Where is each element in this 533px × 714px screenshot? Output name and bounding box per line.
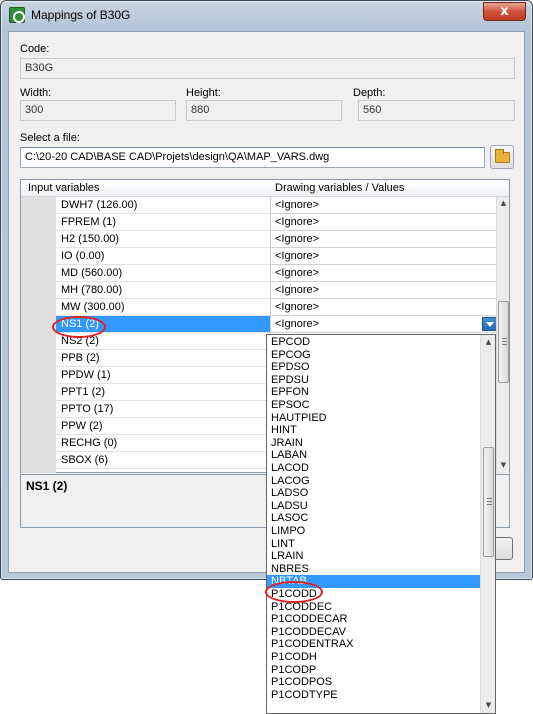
input-variable-cell[interactable]: MW (300.00)	[56, 299, 270, 316]
dropdown-option[interactable]: LACOG	[267, 475, 481, 488]
table-row[interactable]: FPREM (1) <Ignore>	[56, 214, 498, 231]
dropdown-option[interactable]: NBRES	[267, 563, 481, 576]
column-header-input[interactable]: Input variables	[28, 182, 100, 194]
scroll-down-arrow-icon[interactable]: ▼	[497, 459, 510, 472]
input-variable-cell[interactable]: MH (780.00)	[56, 282, 270, 299]
table-row[interactable]: MD (560.00) <Ignore>	[56, 265, 498, 282]
title-bar[interactable]: Mappings of B30G x	[1, 1, 532, 29]
table-row[interactable]: DWH7 (126.00) <Ignore>	[56, 197, 498, 214]
drawing-variable-cell[interactable]: <Ignore>	[270, 316, 498, 333]
input-variable-cell[interactable]: PPDW (1)	[56, 367, 270, 384]
dropdown-scrollbar[interactable]: ▲ ▼	[480, 335, 495, 713]
input-variable-cell[interactable]: NS2 (2)	[56, 333, 270, 350]
dropdown-option[interactable]: NBTAB	[267, 575, 481, 588]
table-row[interactable]: IO (0.00) <Ignore>	[56, 248, 498, 265]
input-variable-cell[interactable]: SBOX (6)	[56, 452, 270, 469]
input-variable-cell[interactable]: H2 (150.00)	[56, 231, 270, 248]
depth-label: Depth:	[353, 87, 386, 99]
drawing-variable-cell[interactable]: <Ignore>	[270, 265, 498, 282]
dropdown-option[interactable]: LIMPO	[267, 525, 481, 538]
input-variable-cell[interactable]: PPTO (17)	[56, 401, 270, 418]
dropdown-option[interactable]: P1CODDECAV	[267, 626, 481, 639]
dropdown-arrow-icon[interactable]	[482, 317, 497, 331]
input-variable-cell[interactable]: RECHG (0)	[56, 435, 270, 452]
dropdown-option[interactable]: LRAIN	[267, 550, 481, 563]
drawing-variable-cell[interactable]: <Ignore>	[270, 197, 498, 214]
dropdown-option[interactable]: P1CODDECAR	[267, 613, 481, 626]
close-button[interactable]: x	[483, 2, 526, 21]
app-icon	[9, 7, 25, 23]
input-variable-cell[interactable]: PPW (2)	[56, 418, 270, 435]
dropdown-scroll-thumb[interactable]	[483, 447, 494, 557]
window-title: Mappings of B30G	[31, 8, 131, 22]
dropdown-option[interactable]: EPDSO	[267, 361, 481, 374]
width-label: Width:	[20, 87, 52, 99]
dropdown-option[interactable]: P1CODENTRAX	[267, 638, 481, 651]
dropdown-option[interactable]: P1CODTYPE	[267, 689, 481, 702]
drawing-variable-cell[interactable]: <Ignore>	[270, 282, 498, 299]
table-row[interactable]: MW (300.00) <Ignore>	[56, 299, 498, 316]
dropdown-option[interactable]: HAUTPIED	[267, 412, 481, 425]
code-label: Code:	[20, 43, 50, 55]
drawing-variable-cell[interactable]: <Ignore>	[270, 299, 498, 316]
input-variable-cell[interactable]: IO (0.00)	[56, 248, 270, 265]
input-variable-cell[interactable]: DWH7 (126.00)	[56, 197, 270, 214]
dropdown-option[interactable]: HINT	[267, 424, 481, 437]
table-row[interactable]: MH (780.00) <Ignore>	[56, 282, 498, 299]
grid-scrollbar[interactable]: ▲ ▼	[496, 197, 509, 473]
dropdown-option[interactable]: P1CODPOS	[267, 676, 481, 689]
height-field: 880	[186, 100, 342, 121]
row-header-column	[21, 197, 56, 473]
width-field: 300	[20, 100, 176, 121]
dropdown-option[interactable]: EPCOD	[267, 336, 481, 349]
dropdown-option[interactable]: LADSU	[267, 500, 481, 513]
dropdown-option[interactable]: LASOC	[267, 512, 481, 525]
grid-header: Input variables Drawing variables / Valu…	[21, 180, 509, 197]
dropdown-option[interactable]: LADSO	[267, 487, 481, 500]
input-variable-cell[interactable]: PPB (2)	[56, 350, 270, 367]
input-variable-cell[interactable]: MD (560.00)	[56, 265, 270, 282]
column-header-drawing[interactable]: Drawing variables / Values	[275, 182, 404, 194]
dropdown-option[interactable]: EPSOC	[267, 399, 481, 412]
drawing-variable-cell[interactable]: <Ignore>	[270, 248, 498, 265]
dropdown-option[interactable]: LACOD	[267, 462, 481, 475]
dropdown-option[interactable]: P1CODDEC	[267, 601, 481, 614]
dropdown-option[interactable]: P1CODP	[267, 664, 481, 677]
dropdown-option[interactable]: P1CODH	[267, 651, 481, 664]
dropdown-scroll-down-icon[interactable]: ▼	[482, 699, 495, 712]
dropdown-option[interactable]: P1CODD	[267, 588, 481, 601]
input-variable-cell[interactable]: FPREM (1)	[56, 214, 270, 231]
input-variable-cell[interactable]: PPT1 (2)	[56, 384, 270, 401]
drawing-variable-cell[interactable]: <Ignore>	[270, 231, 498, 248]
file-label: Select a file:	[20, 132, 80, 144]
drawing-variable-dropdown-list[interactable]: EPCOD EPCOG EPDSO EPDSU EPFON EPSOC HAUTPIED HI…	[266, 334, 496, 714]
dropdown-option[interactable]: LABAN	[267, 449, 481, 462]
grid-scroll-thumb[interactable]	[498, 301, 509, 383]
depth-field: 560	[358, 100, 515, 121]
folder-open-icon	[495, 149, 510, 163]
description-text: NS1 (2)	[26, 479, 68, 493]
file-path-input[interactable]: C:\20-20 CAD\BASE CAD\Projets\design\QA\…	[20, 147, 485, 168]
browse-file-button[interactable]	[490, 145, 514, 169]
table-row[interactable]: NS1 (2) <Ignore>	[56, 316, 498, 333]
dropdown-option[interactable]: EPCOG	[267, 349, 481, 362]
dropdown-scroll-up-icon[interactable]: ▲	[482, 336, 495, 349]
scroll-up-arrow-icon[interactable]: ▲	[497, 197, 510, 210]
dropdown-option[interactable]: JRAIN	[267, 437, 481, 450]
dropdown-option[interactable]: LINT	[267, 538, 481, 551]
table-row[interactable]: H2 (150.00) <Ignore>	[56, 231, 498, 248]
code-field: B30G	[20, 58, 515, 79]
drawing-variable-cell[interactable]: <Ignore>	[270, 214, 498, 231]
dropdown-option[interactable]: EPDSU	[267, 374, 481, 387]
input-variable-cell[interactable]: NS1 (2)	[56, 316, 270, 333]
height-label: Height:	[186, 87, 221, 99]
dropdown-option[interactable]: EPFON	[267, 386, 481, 399]
